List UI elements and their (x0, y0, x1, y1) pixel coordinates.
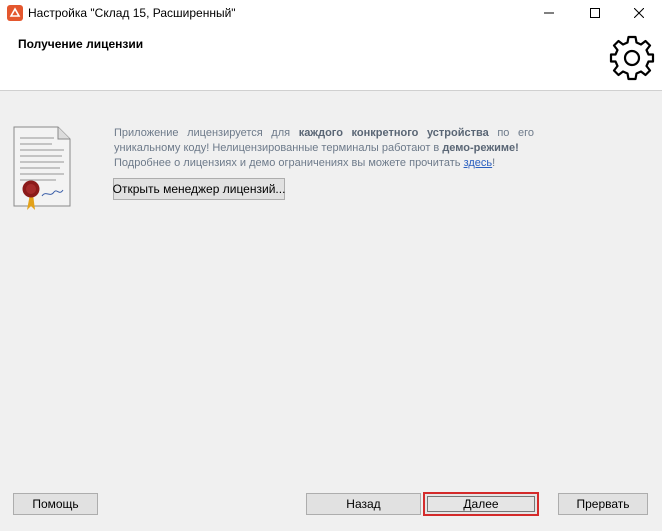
cancel-button[interactable]: Прервать (558, 493, 648, 515)
license-info: Приложение лицензируется для каждого кон… (114, 126, 534, 171)
app-icon (7, 5, 23, 21)
maximize-button[interactable] (572, 0, 618, 26)
open-license-manager-button[interactable]: Открыть менеджер лицензий... (113, 178, 285, 200)
license-info-text: Приложение лицензируется для каждого кон… (114, 127, 534, 154)
page-title: Получение лицензии (18, 37, 144, 51)
gear-icon (609, 35, 655, 81)
maximize-icon (590, 8, 600, 18)
next-button[interactable]: Далее (423, 492, 539, 516)
details-link[interactable]: здесь (464, 157, 493, 169)
window-title: Настройка "Склад 15, Расширенный" (28, 6, 236, 20)
wizard-header: Получение лицензии (0, 26, 662, 91)
minimize-button[interactable] (526, 0, 572, 26)
minimize-icon (544, 12, 554, 14)
help-button[interactable]: Помощь (13, 493, 98, 515)
certificate-icon (13, 126, 71, 210)
next-button-label: Далее (427, 496, 535, 512)
emphasis-each-device: каждого конкретного устройства (298, 127, 489, 139)
window-titlebar: Настройка "Склад 15, Расширенный" (0, 0, 662, 26)
close-icon (634, 8, 644, 18)
back-button[interactable]: Назад (306, 493, 421, 515)
emphasis-demo-mode: демо-режиме! (442, 142, 519, 154)
license-details-text: Подробнее о лицензиях и демо ограничения… (114, 157, 496, 169)
close-button[interactable] (616, 0, 662, 26)
